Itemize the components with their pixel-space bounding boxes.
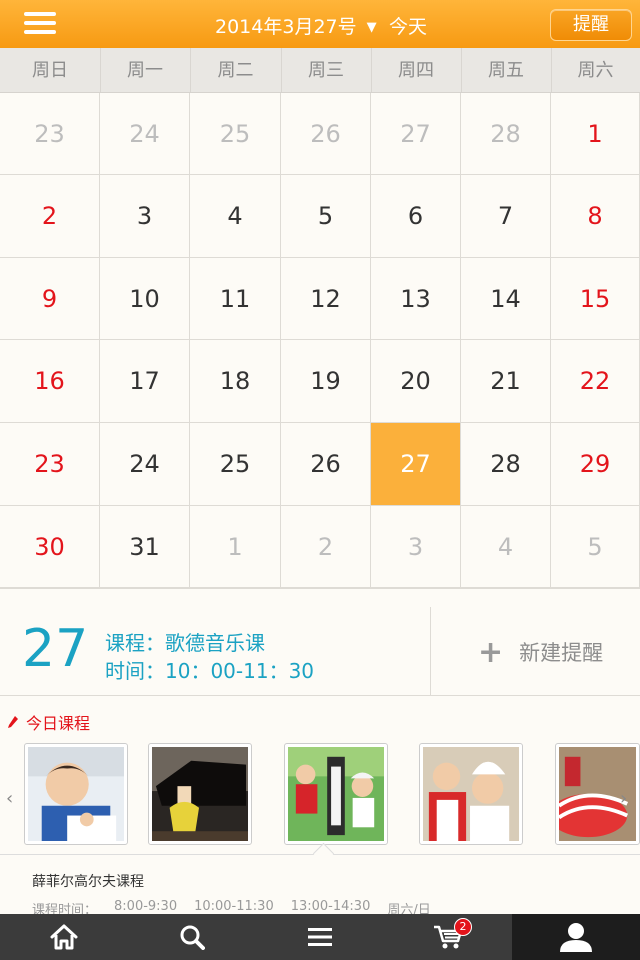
calendar-day[interactable]: 28 <box>461 423 551 506</box>
calendar-day[interactable]: 5 <box>281 175 371 258</box>
weekday-label: 周一 <box>100 48 191 92</box>
nav-menu[interactable] <box>256 914 384 960</box>
calendar-day[interactable]: 4 <box>190 175 281 258</box>
calendar-day[interactable]: 5 <box>551 506 640 588</box>
cooking-kids-image <box>423 747 519 841</box>
course-detail: 薛菲尔高尔夫课程 课程时间： 8:00-9:30 10:00-11:30 13:… <box>0 854 640 918</box>
menu-icon <box>308 928 332 946</box>
calendar-day[interactable]: 18 <box>190 340 281 423</box>
date-picker[interactable]: 2014年3月27号 ▼ <box>215 12 377 39</box>
weekday-label: 周二 <box>190 48 282 92</box>
bottom-nav: 2 <box>0 914 640 960</box>
calendar-day[interactable]: 2 <box>0 175 100 258</box>
calendar-day[interactable]: 14 <box>461 258 551 340</box>
calendar-day[interactable]: 16 <box>0 340 100 423</box>
cart-badge: 2 <box>454 918 472 936</box>
course-thumbnail[interactable] <box>284 743 388 845</box>
calendar-day[interactable]: 7 <box>461 175 551 258</box>
calendar-day[interactable]: 31 <box>100 506 190 588</box>
course-name: 薛菲尔高尔夫课程 <box>32 874 144 890</box>
today-button[interactable]: 今天 <box>389 12 427 39</box>
chevron-down-icon: ▼ <box>366 20 377 35</box>
new-remind-button[interactable]: + 新建提醒 <box>478 634 604 670</box>
course-thumbnail[interactable] <box>549 743 640 845</box>
calendar-day[interactable]: 2 <box>281 506 371 588</box>
calendar-day[interactable]: 9 <box>0 258 100 340</box>
calendar-day[interactable]: 28 <box>461 93 551 175</box>
calendar-day[interactable]: 25 <box>190 93 281 175</box>
calendar-day[interactable]: 10 <box>100 258 190 340</box>
child-writing-image <box>28 747 124 841</box>
calendar-day[interactable]: 30 <box>0 506 100 588</box>
nav-home[interactable] <box>0 914 128 960</box>
carousel-prev-arrow[interactable]: ‹ <box>6 788 13 809</box>
remind-button[interactable]: 提醒 <box>550 9 632 41</box>
nav-user[interactable] <box>512 914 640 960</box>
calendar-day[interactable]: 29 <box>551 423 640 506</box>
weekday-label: 周五 <box>461 48 552 92</box>
calendar-day[interactable]: 19 <box>281 340 371 423</box>
search-icon <box>180 925 205 950</box>
weekday-label: 周日 <box>0 48 101 92</box>
calendar-day[interactable]: 3 <box>100 175 190 258</box>
golf-kids-image <box>288 747 384 841</box>
calendar-day[interactable]: 4 <box>461 506 551 588</box>
calendar-day[interactable]: 24 <box>100 423 190 506</box>
calendar-day[interactable]: 21 <box>461 340 551 423</box>
calendar-day[interactable]: 27 <box>371 93 461 175</box>
calendar-day-today[interactable]: 27 <box>371 423 461 506</box>
calendar-day[interactable]: 3 <box>371 506 461 588</box>
divider <box>430 607 431 695</box>
calendar-day[interactable]: 22 <box>551 340 640 423</box>
calendar-day[interactable]: 13 <box>371 258 461 340</box>
course-carousel: ‹ › <box>0 740 640 852</box>
calendar-day[interactable]: 26 <box>281 423 371 506</box>
calendar-grid: 23 24 25 26 27 28 1 2 3 4 5 6 7 8 9 10 11 12 13 14 15 16 17 18 1… <box>0 93 640 588</box>
nav-cart[interactable]: 2 <box>384 914 512 960</box>
new-remind-label: 新建提醒 <box>519 641 604 665</box>
piano-recital-image <box>152 747 248 841</box>
course-time: 时间：10：00-11：30 <box>105 659 315 683</box>
calendar-day[interactable]: 26 <box>281 93 371 175</box>
course-thumbnail[interactable] <box>419 743 523 845</box>
home-icon <box>50 924 78 950</box>
calendar-day[interactable]: 23 <box>0 423 100 506</box>
calendar-day[interactable]: 15 <box>551 258 640 340</box>
weekday-label: 周三 <box>281 48 372 92</box>
course-title: 课程：歌德音乐课 <box>105 631 265 655</box>
user-icon <box>560 923 592 952</box>
pencil-icon <box>8 716 18 728</box>
date-title: 2014年3月27号 <box>215 16 357 38</box>
weekday-label: 周六 <box>551 48 640 92</box>
hamburger-menu-icon[interactable] <box>24 12 56 36</box>
calendar-day[interactable]: 8 <box>551 175 640 258</box>
course-thumbnail[interactable] <box>24 743 128 845</box>
weekday-label: 周四 <box>371 48 462 92</box>
top-bar: 2014年3月27号 ▼ 今天 提醒 <box>0 0 640 48</box>
calendar-day[interactable]: 20 <box>371 340 461 423</box>
calendar-day[interactable]: 6 <box>371 175 461 258</box>
weekday-header: 周日 周一 周二 周三 周四 周五 周六 <box>0 48 640 93</box>
calendar-day[interactable]: 1 <box>190 506 281 588</box>
today-course-heading: 今日课程 <box>8 710 90 734</box>
calendar-day[interactable]: 25 <box>190 423 281 506</box>
day-info: 27 课程：歌德音乐课 时间：10：00-11：30 + 新建提醒 <box>0 588 640 696</box>
calendar-day[interactable]: 11 <box>190 258 281 340</box>
calendar-day[interactable]: 23 <box>0 93 100 175</box>
nav-search[interactable] <box>128 914 256 960</box>
plus-icon: + <box>478 634 504 670</box>
calendar-day[interactable]: 17 <box>100 340 190 423</box>
calendar-day[interactable]: 1 <box>551 93 640 175</box>
calendar-day[interactable]: 12 <box>281 258 371 340</box>
calendar-day[interactable]: 24 <box>100 93 190 175</box>
carousel-next-arrow[interactable]: › <box>620 788 627 809</box>
selected-day: 27 <box>22 619 89 679</box>
today-course-label: 今日课程 <box>26 714 91 733</box>
course-thumbnail[interactable] <box>148 743 252 845</box>
